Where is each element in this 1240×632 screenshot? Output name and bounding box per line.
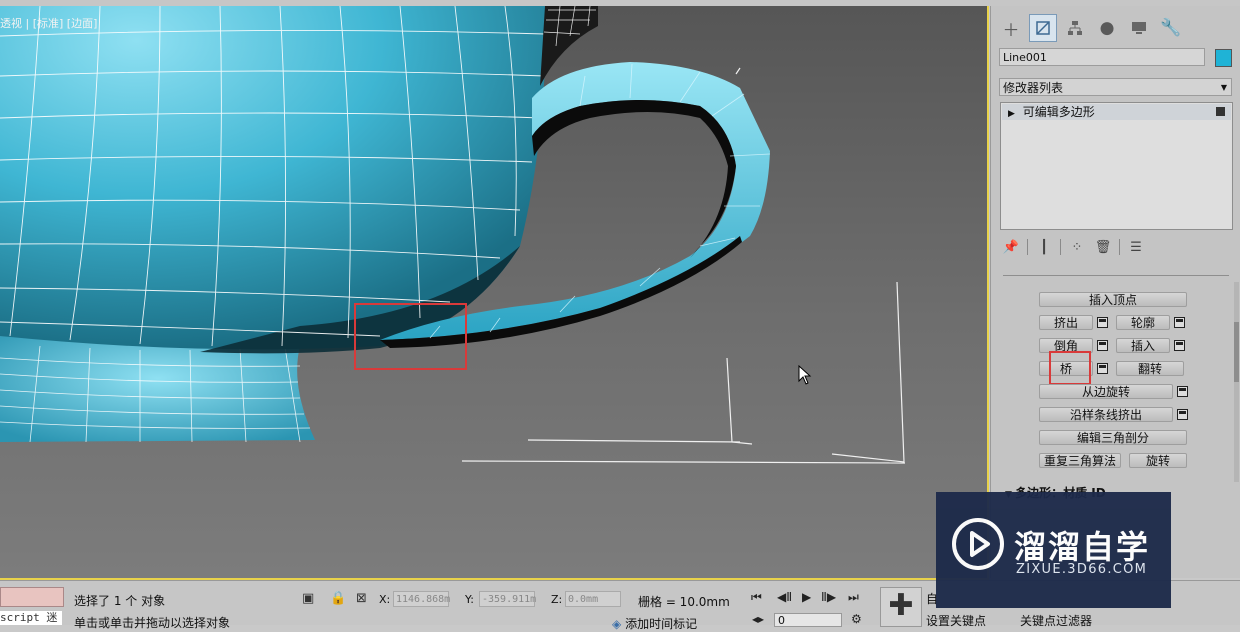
- bevel-settings-icon[interactable]: [1097, 340, 1108, 351]
- lock-selection-icon[interactable]: 🔒: [330, 591, 346, 606]
- perspective-viewport[interactable]: 透视 | [标准] [边面]: [0, 6, 989, 580]
- outline-settings-icon[interactable]: [1174, 317, 1185, 328]
- make-unique-icon[interactable]: ⁘: [1067, 238, 1087, 256]
- modifier-stack[interactable]: ▶ 可编辑多边形: [1000, 102, 1233, 230]
- highlight-box-bridge: [1049, 351, 1091, 385]
- hinge-settings-icon[interactable]: [1177, 386, 1188, 397]
- extrude-along-spline-button[interactable]: 沿样条线挤出: [1039, 407, 1173, 422]
- add-time-tag-label: 添加时间标记: [625, 617, 698, 631]
- bridge-settings-icon[interactable]: [1097, 363, 1108, 374]
- next-frame-icon[interactable]: Ⅱ▶: [821, 590, 836, 604]
- chevron-down-icon: ▼: [1220, 83, 1227, 92]
- outline-button[interactable]: 轮廓: [1116, 315, 1170, 330]
- prompt-hint: 单击或单击并拖动以选择对象: [74, 616, 231, 630]
- stack-item-label: 可编辑多边形: [1022, 105, 1095, 119]
- panel-scrollbar[interactable]: [1234, 282, 1239, 482]
- utilities-icon[interactable]: 🔧: [1157, 14, 1185, 42]
- mouse-cursor-icon: [798, 365, 812, 385]
- object-color-swatch[interactable]: [1215, 49, 1232, 67]
- hinge-from-edge-button[interactable]: 从边旋转: [1039, 384, 1173, 399]
- isolate-selection-icon[interactable]: ▣: [302, 591, 314, 606]
- modifier-list-dropdown[interactable]: 修改器列表 ▼: [999, 78, 1232, 96]
- expand-triangle-icon[interactable]: ▶: [1008, 109, 1015, 119]
- modifier-list-label: 修改器列表: [1003, 81, 1064, 95]
- insert-vertex-button[interactable]: 插入顶点: [1039, 292, 1187, 307]
- viewport-label[interactable]: 透视 | [标准] [边面]: [0, 15, 97, 31]
- toolbar-separator: [1119, 239, 1120, 255]
- watermark-subtitle: ZIXUE.3D66.COM: [1016, 562, 1148, 577]
- inset-settings-icon[interactable]: [1174, 340, 1185, 351]
- stack-item-editable-poly[interactable]: ▶ 可编辑多边形: [1002, 104, 1231, 120]
- create-icon[interactable]: ＋: [997, 14, 1025, 42]
- pin-stack-icon[interactable]: 📌: [1001, 238, 1021, 256]
- watermark-logo: 溜溜自学 ZIXUE.3D66.COM: [936, 492, 1171, 608]
- maxscript-listener-input[interactable]: [0, 587, 64, 607]
- x-coordinate-field[interactable]: 1146.868m: [393, 591, 450, 607]
- previous-frame-icon[interactable]: ◀Ⅱ: [777, 590, 792, 604]
- toolbar-separator: [1060, 239, 1061, 255]
- turn-button[interactable]: 旋转: [1129, 453, 1187, 468]
- key-filters-button[interactable]: 关键点过滤器: [1020, 612, 1092, 629]
- stack-item-toggle-icon[interactable]: [1216, 107, 1225, 116]
- edit-triangulation-button[interactable]: 编辑三角剖分: [1039, 430, 1187, 445]
- absolute-mode-icon[interactable]: ⊠: [356, 591, 367, 606]
- hierarchy-icon[interactable]: [1061, 14, 1089, 42]
- motion-icon[interactable]: ●: [1093, 14, 1121, 42]
- remove-modifier-icon[interactable]: 🗑: [1093, 238, 1113, 256]
- current-frame-spinner[interactable]: 0: [774, 613, 842, 627]
- flip-button[interactable]: 翻转: [1116, 361, 1184, 376]
- go-to-end-icon[interactable]: ⏭: [848, 590, 859, 605]
- stack-toolbar: 📌 ┃ ⁘ 🗑 ☰: [1001, 238, 1146, 256]
- maxscript-listener-label[interactable]: script 迷: [0, 611, 62, 625]
- show-end-result-icon[interactable]: ┃: [1034, 238, 1054, 256]
- y-coordinate-field[interactable]: -359.911m: [479, 591, 536, 607]
- extrude-spline-settings-icon[interactable]: [1177, 409, 1188, 420]
- selection-status: 选择了 1 个 对象: [74, 594, 166, 608]
- z-label: Z:: [551, 593, 563, 606]
- modify-icon[interactable]: [1029, 14, 1057, 42]
- extrude-button[interactable]: 挤出: [1039, 315, 1093, 330]
- scrollbar-thumb[interactable]: [1234, 322, 1239, 382]
- time-tag-icon: ◈: [612, 617, 622, 631]
- set-key-button[interactable]: 设置关键点: [926, 612, 986, 629]
- go-to-start-icon[interactable]: ⏮: [751, 590, 762, 605]
- inset-button[interactable]: 插入: [1116, 338, 1170, 353]
- x-label: X:: [379, 593, 391, 606]
- viewport-scene: [0, 6, 906, 464]
- rollout-divider: [1003, 275, 1229, 276]
- object-name-field[interactable]: Line001: [999, 48, 1205, 66]
- play-icon[interactable]: ▶: [802, 590, 811, 604]
- z-coordinate-field[interactable]: 0.0mm: [565, 591, 621, 607]
- y-label: Y:: [465, 593, 474, 606]
- extrude-settings-icon[interactable]: [1097, 317, 1108, 328]
- highlight-box-viewport: [354, 303, 467, 370]
- display-icon[interactable]: [1125, 14, 1153, 42]
- configure-modifier-sets-icon[interactable]: ☰: [1126, 238, 1146, 256]
- play-logo-icon: [952, 518, 1004, 570]
- edit-polygons-rollout: 插入顶点 挤出 轮廓 倒角 插入 桥 翻转 从边旋转 沿样条线挤出 编辑三角剖分…: [1001, 282, 1229, 482]
- toolbar-separator: [1027, 239, 1028, 255]
- set-key-big-button[interactable]: ✚: [880, 587, 922, 627]
- grid-size-readout: 栅格 = 10.0mm: [638, 595, 730, 609]
- retriangulate-button[interactable]: 重复三角算法: [1039, 453, 1121, 468]
